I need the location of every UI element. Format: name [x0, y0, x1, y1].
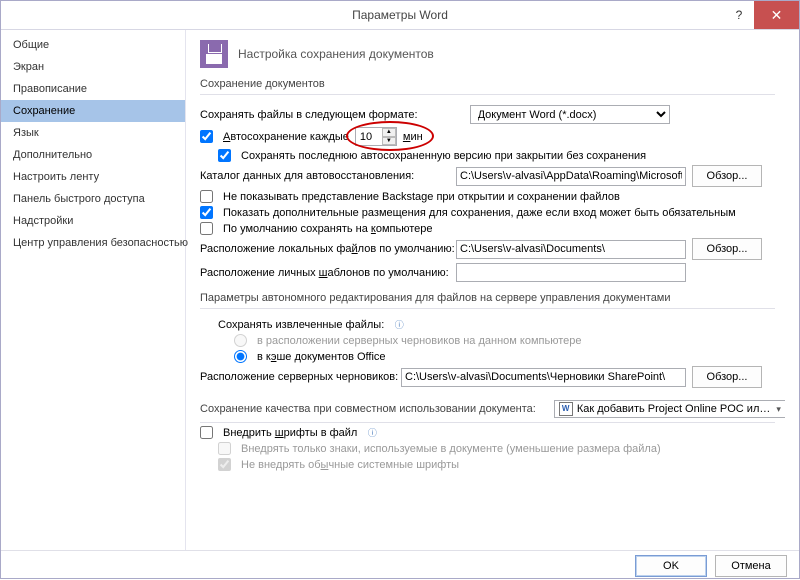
cancel-button[interactable]: Отмена	[715, 555, 787, 577]
templates-label: Расположение личных шаблонов по умолчани…	[200, 267, 450, 279]
local-files-browse-button[interactable]: Обзор...	[692, 238, 762, 260]
sidebar: Общие Экран Правописание Сохранение Язык…	[1, 30, 186, 550]
keep-last-autosave-checkbox[interactable]	[218, 149, 231, 162]
drafts-input[interactable]	[401, 368, 686, 387]
keep-last-autosave-label: Сохранять последнюю автосохраненную верс…	[241, 150, 646, 162]
page-title: Настройка сохранения документов	[238, 47, 434, 61]
drafts-label: Расположение серверных черновиков:	[200, 371, 395, 383]
sidebar-item-display[interactable]: Экран	[1, 56, 185, 78]
sidebar-item-save[interactable]: Сохранение	[1, 100, 185, 122]
autosave-label-post: мин	[403, 131, 423, 143]
radio-office-cache-label: в кэше документов Office	[257, 351, 386, 363]
autorecover-dir-input[interactable]	[456, 167, 686, 186]
sidebar-item-advanced[interactable]: Дополнительно	[1, 144, 185, 166]
embed-used-checkbox	[218, 442, 231, 455]
help-icon[interactable]: ?	[724, 1, 754, 29]
window-title: Параметры Word	[1, 8, 799, 22]
no-backstage-label: Не показывать представление Backstage пр…	[223, 191, 620, 203]
sidebar-item-ribbon[interactable]: Настроить ленту	[1, 166, 185, 188]
no-backstage-checkbox[interactable]	[200, 190, 213, 203]
local-files-label: Расположение локальных файлов по умолчан…	[200, 243, 450, 255]
show-additional-checkbox[interactable]	[200, 206, 213, 219]
section-quality-title: Сохранение качества при совместном испол…	[200, 403, 536, 415]
save-format-label: Сохранять файлы в следующем формате:	[200, 109, 418, 121]
ok-button[interactable]: OK	[635, 555, 707, 577]
sidebar-item-language[interactable]: Язык	[1, 122, 185, 144]
sidebar-item-addins[interactable]: Надстройки	[1, 210, 185, 232]
radio-office-cache[interactable]	[234, 350, 247, 363]
default-computer-label: По умолчанию сохранять на компьютере	[223, 223, 433, 235]
titlebar: Параметры Word ? ✕	[1, 1, 799, 30]
info-icon[interactable]: ⓘ	[393, 319, 405, 331]
save-icon	[200, 40, 228, 68]
embed-used-label: Внедрять только знаки, используемые в до…	[241, 443, 661, 455]
sidebar-item-qat[interactable]: Панель быстрого доступа	[1, 188, 185, 210]
show-additional-label: Показать дополнительные размещения для с…	[223, 207, 736, 219]
no-system-fonts-checkbox	[218, 458, 231, 471]
save-format-select[interactable]: Документ Word (*.docx)	[470, 105, 670, 124]
drafts-browse-button[interactable]: Обзор...	[692, 366, 762, 388]
doc-selector[interactable]: Как добавить Project Online POC или D...…	[554, 400, 785, 418]
content-pane: Настройка сохранения документов Сохранен…	[186, 30, 799, 550]
autorecover-browse-button[interactable]: Обзор...	[692, 165, 762, 187]
spinner-up-icon[interactable]: ▲	[382, 128, 396, 137]
sidebar-item-trustcenter[interactable]: Центр управления безопасностью	[1, 232, 185, 254]
radio-server-drafts	[234, 334, 247, 347]
autosave-checkbox[interactable]	[200, 130, 213, 143]
close-icon[interactable]: ✕	[754, 1, 799, 29]
info-icon[interactable]: ⓘ	[366, 427, 378, 439]
radio-server-drafts-label: в расположении серверных черновиков на д…	[257, 335, 581, 347]
embed-fonts-label: Внедрить шрифты в файл	[223, 427, 357, 439]
spinner-down-icon[interactable]: ▼	[382, 137, 396, 146]
default-computer-checkbox[interactable]	[200, 222, 213, 235]
no-system-fonts-label: Не внедрять обычные системные шрифты	[241, 459, 459, 471]
section-offline-title: Параметры автономного редактирования для…	[200, 292, 775, 309]
chevron-down-icon: ▾	[776, 404, 781, 415]
save-extracted-label: Сохранять извлеченные файлы:	[218, 319, 384, 331]
templates-input[interactable]	[456, 263, 686, 282]
section-save-title: Сохранение документов	[200, 78, 775, 95]
autorecover-dir-label: Каталог данных для автовосстановления:	[200, 170, 450, 182]
sidebar-item-proofing[interactable]: Правописание	[1, 78, 185, 100]
embed-fonts-checkbox[interactable]	[200, 426, 213, 439]
dialog-footer: OK Отмена	[1, 550, 799, 580]
local-files-input[interactable]	[456, 240, 686, 259]
word-doc-icon	[559, 402, 573, 416]
sidebar-item-general[interactable]: Общие	[1, 34, 185, 56]
autosave-label-pre: Автосохранение каждые	[223, 131, 349, 143]
